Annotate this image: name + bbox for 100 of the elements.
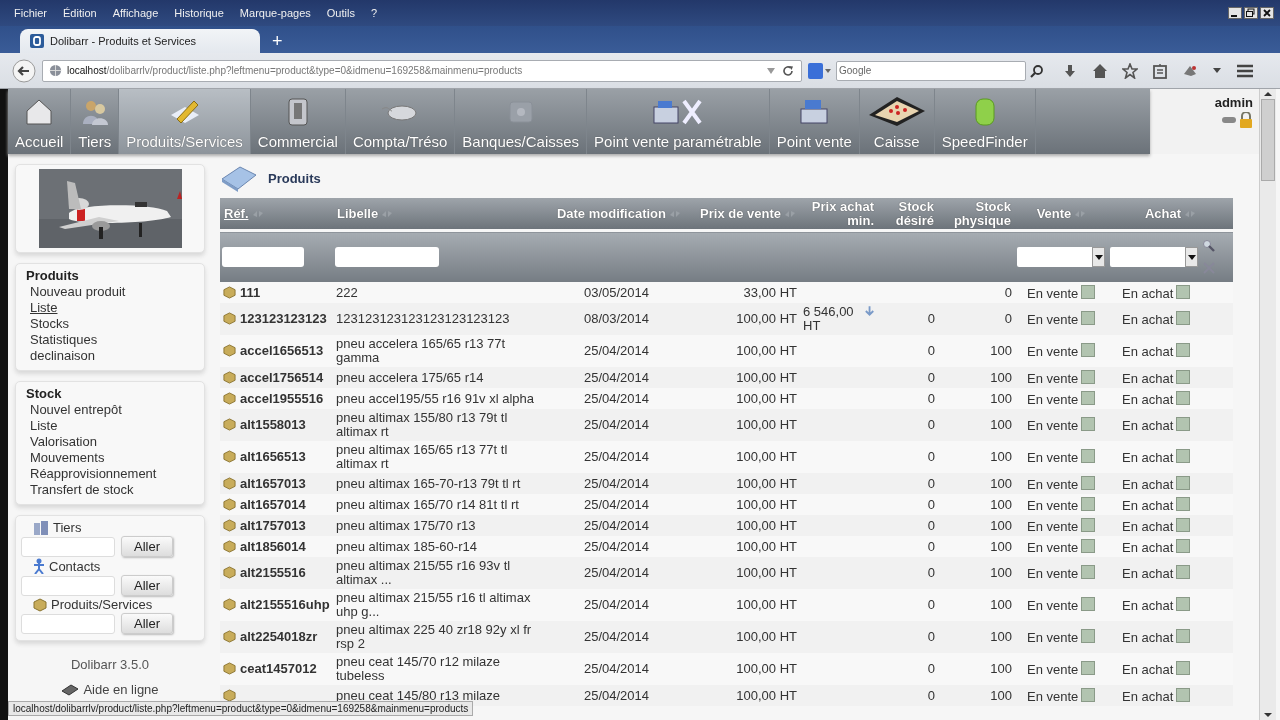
menu-item[interactable]: Historique xyxy=(174,7,224,19)
purchase-status: En achat xyxy=(1122,450,1174,465)
help-link[interactable]: Aide en ligne xyxy=(83,682,159,697)
lock-icon[interactable] xyxy=(1239,112,1253,128)
main-menu-tab[interactable]: Point vente xyxy=(769,89,860,154)
dropdown-arrow-icon[interactable] xyxy=(1094,254,1103,260)
address-field[interactable]: localhost/dolibarrlv/product/liste.php?leftmenu=product&type=0&idmenu=169258&mainmenu=products xyxy=(42,59,802,82)
minimize-icon[interactable] xyxy=(1228,7,1242,19)
physical-stock: 100 xyxy=(990,343,1012,358)
physical-stock: 100 xyxy=(990,517,1012,533)
box-icon xyxy=(223,418,236,431)
go-button[interactable]: Aller xyxy=(121,575,173,596)
scroll-thumb[interactable] xyxy=(1261,99,1275,181)
box-icon xyxy=(223,518,236,532)
sidebar-link[interactable]: Liste xyxy=(26,300,196,316)
bookmark-star-icon[interactable] xyxy=(1122,62,1138,79)
main-menu-tab[interactable]: Compta/Tréso xyxy=(345,89,456,154)
sidebar-link[interactable]: Nouveau produit xyxy=(26,284,196,300)
search-icon[interactable] xyxy=(1202,239,1216,253)
modified-date: 25/04/2014 xyxy=(583,597,650,612)
sidebar-link[interactable]: Mouvements xyxy=(26,450,196,466)
restore-icon[interactable] xyxy=(1244,7,1258,19)
filter-input[interactable] xyxy=(335,247,439,267)
physical-stock: 100 xyxy=(990,538,1012,554)
sidebar-link[interactable]: Liste xyxy=(26,418,196,434)
sidebar-link[interactable]: Réapprovisionnement xyxy=(26,466,196,482)
sale-status: En vente xyxy=(1027,662,1079,677)
google-search-icon[interactable] xyxy=(808,62,832,79)
home-icon[interactable] xyxy=(1092,62,1108,79)
menu-item[interactable]: ? xyxy=(370,7,378,19)
box-icon xyxy=(223,662,236,675)
sidebar-link[interactable]: Transfert de stock xyxy=(26,482,196,498)
product-ref-link[interactable]: ceat1457012 xyxy=(240,662,317,676)
filter-input[interactable] xyxy=(222,247,304,267)
main-menu-tab[interactable]: Banques/Caisses xyxy=(455,89,588,154)
sidebar-link[interactable]: Nouvel entrepôt xyxy=(26,402,196,418)
sidebar-link[interactable]: Stocks xyxy=(26,316,196,332)
desired-stock: 0 xyxy=(927,475,935,491)
main-menu-tab[interactable]: Caisse xyxy=(859,89,935,154)
box-icon xyxy=(223,312,236,325)
desired-stock: 0 xyxy=(927,369,935,385)
desired-stock: 0 xyxy=(927,496,935,512)
search-field[interactable]: Google xyxy=(836,60,1026,81)
main-menu-tab[interactable]: SpeedFinder xyxy=(934,89,1036,154)
caret-icon[interactable] xyxy=(1212,66,1222,75)
physical-stock: 100 xyxy=(990,661,1012,676)
search-label: Contacts xyxy=(49,558,101,574)
physical-stock: 100 xyxy=(990,496,1012,512)
main-menu-tab[interactable]: Commercial xyxy=(250,89,346,154)
search-icon[interactable] xyxy=(1030,63,1044,78)
clipboard-icon[interactable] xyxy=(1152,62,1168,79)
menu-item[interactable]: Édition xyxy=(63,7,97,19)
close-icon[interactable] xyxy=(1260,7,1274,19)
sale-price: 100,00 HT xyxy=(736,390,797,406)
modified-date: 25/04/2014 xyxy=(583,343,650,358)
sale-price: 100,00 HT xyxy=(736,661,797,676)
sale-status: En vente xyxy=(1027,418,1079,433)
dropdown-arrow-icon[interactable] xyxy=(1187,254,1196,260)
go-button[interactable]: Aller xyxy=(121,536,173,557)
reload-icon[interactable] xyxy=(781,63,795,78)
physical-stock: 100 xyxy=(990,475,1012,491)
column-header: Stock physique xyxy=(952,199,1011,228)
product-ref-link[interactable]: 111 xyxy=(240,285,261,300)
sidebar-link[interactable]: declinaison xyxy=(26,348,196,364)
sale-price: 100,00 HT xyxy=(736,475,797,491)
desired-stock: 0 xyxy=(927,343,935,358)
desired-stock: 0 xyxy=(927,687,935,703)
sale-status: En vente xyxy=(1027,391,1079,407)
product-ref-link[interactable]: alt1656513 xyxy=(240,450,306,464)
sale-price: 100,00 HT xyxy=(736,565,797,580)
main-menu-tab[interactable]: Accueil xyxy=(8,89,72,154)
search-input[interactable] xyxy=(21,613,115,634)
search-input[interactable] xyxy=(21,536,115,557)
product-ref-link[interactable]: accel1656513 xyxy=(240,344,324,358)
product-ref-link[interactable]: alt2155516uhp xyxy=(240,598,330,612)
box-icon xyxy=(223,566,236,579)
info-icon xyxy=(863,305,875,317)
favicon-icon xyxy=(30,34,44,48)
back-icon[interactable] xyxy=(12,58,36,83)
sidebar-link[interactable]: Statistiques xyxy=(26,332,196,348)
menu-item[interactable]: Marque-pages xyxy=(239,7,311,19)
browser-tab[interactable]: Dolibarr - Produits et Services xyxy=(20,29,260,53)
desired-stock: 0 xyxy=(927,517,935,533)
download-icon[interactable] xyxy=(1062,62,1078,79)
purchase-status: En achat xyxy=(1122,312,1174,327)
dropdown-icon[interactable] xyxy=(766,66,776,75)
menu-item[interactable]: Outils xyxy=(326,7,355,19)
physical-stock: 100 xyxy=(990,629,1012,644)
scrollbar[interactable] xyxy=(1259,89,1276,720)
sidebar-link[interactable]: Valorisation xyxy=(26,434,196,450)
main-menu-tab[interactable]: Point vente paramétrable xyxy=(587,89,770,154)
desired-stock: 0 xyxy=(927,597,935,612)
menu-item[interactable]: Affichage xyxy=(112,7,159,19)
modified-date: 25/04/2014 xyxy=(583,687,650,703)
menu-icon[interactable] xyxy=(1236,62,1254,79)
search-input[interactable] xyxy=(21,575,115,596)
new-tab-button[interactable]: + xyxy=(266,29,289,53)
go-button[interactable]: Aller xyxy=(121,613,173,634)
user-name[interactable]: admin xyxy=(1214,95,1253,110)
menu-item[interactable]: Fichier xyxy=(14,7,47,19)
